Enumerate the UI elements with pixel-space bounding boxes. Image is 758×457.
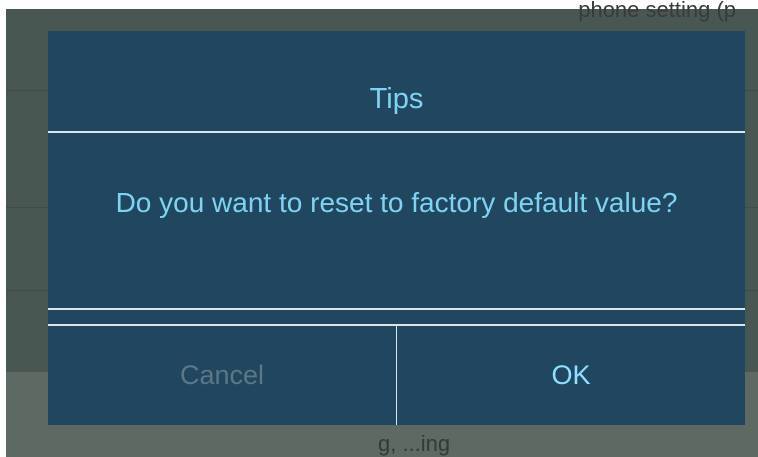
title-divider [48,131,745,133]
reset-confirm-dialog: Tips Do you want to reset to factory def… [48,31,745,425]
dialog-button-row: Cancel OK [48,326,745,425]
message-divider [48,308,745,310]
ok-button[interactable]: OK [397,326,745,425]
background-bottom-text: g, ...ing [378,431,451,456]
dialog-message: Do you want to reset to factory default … [115,187,678,218]
cancel-button[interactable]: Cancel [48,326,396,425]
dialog-title: Tips [369,82,424,115]
background-setting-text: phone setting (p [578,0,736,22]
